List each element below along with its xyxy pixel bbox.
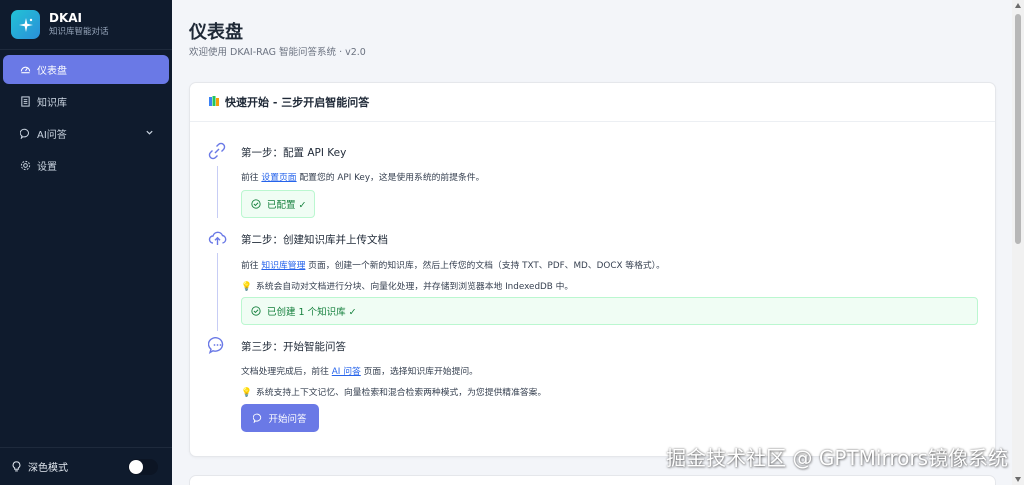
sidebar-item-label: 设置: [37, 162, 57, 173]
step-1-title: 第一步：配置 API Key: [241, 147, 347, 159]
dark-mode-label: 深色模式: [28, 463, 68, 474]
start-qa-button[interactable]: 开始问答: [241, 404, 319, 432]
configured-badge: 已配置 ✓: [241, 190, 315, 218]
desc-text: 前往: [241, 261, 262, 271]
cloud-upload-icon: [208, 229, 228, 249]
settings-page-link[interactable]: 设置页面: [261, 173, 296, 183]
sidebar: DKAI 知识库智能对话 仪表盘 知识库 AI问答 设置 深色模式: [0, 0, 172, 485]
scroll-down-arrow[interactable]: [1015, 477, 1021, 482]
quickstart-card: 快速开始 - 三步开启智能问答 第一步：配置 API Key 前往 设置页面 配…: [189, 82, 996, 457]
quickstart-header: 快速开始 - 三步开启智能问答: [190, 83, 995, 122]
brand-logo-icon: [11, 10, 40, 39]
desc-text: 页面，选择知识库开始提问。: [360, 367, 478, 377]
knowledge-base-link[interactable]: 知识库管理: [261, 261, 305, 271]
chat-bubble-icon: [207, 336, 228, 356]
sidebar-item-knowledge-base[interactable]: 知识库: [3, 87, 169, 116]
scrollbar[interactable]: [1012, 0, 1024, 485]
brand[interactable]: DKAI 知识库智能对话: [0, 0, 172, 50]
step-connector: [217, 166, 218, 218]
dark-mode-toggle[interactable]: [128, 459, 158, 475]
link-icon: [208, 142, 228, 162]
desc-text: 页面，创建一个新的知识库，然后上传您的文档（支持 TXT、PDF、MD、DOCX…: [305, 261, 665, 271]
brand-title: DKAI: [49, 11, 83, 25]
check-circle-icon: [251, 306, 261, 316]
badge-label: 已创建 1 个知识库 ✓: [267, 307, 357, 318]
scroll-thumb[interactable]: [1015, 14, 1021, 244]
page-subtitle: 欢迎使用 DKAI-RAG 智能问答系统 · v2.0: [189, 47, 366, 58]
bulb-icon: 💡: [241, 388, 252, 398]
chevron-down-icon[interactable]: [145, 128, 154, 140]
main-content: 仪表盘 欢迎使用 DKAI-RAG 智能问答系统 · v2.0 快速开始 - 三…: [172, 0, 1012, 485]
secondary-card: [189, 475, 996, 485]
sidebar-item-settings[interactable]: 设置: [3, 151, 169, 180]
step-3-hint: 💡 系统支持上下文记忆、向量检索和混合检索两种模式，为您提供精准答案。: [241, 385, 546, 398]
step-2-title: 第二步：创建知识库并上传文档: [241, 234, 388, 246]
badge-label: 已配置 ✓: [267, 200, 307, 211]
quickstart-title: 快速开始 - 三步开启智能问答: [225, 96, 370, 109]
button-label: 开始问答: [268, 414, 307, 425]
hint-text: 系统会自动对文档进行分块、向量化处理，并存储到浏览器本地 IndexedDB 中…: [255, 282, 574, 292]
step-2-desc: 前往 知识库管理 页面，创建一个新的知识库，然后上传您的文档（支持 TXT、PD…: [241, 258, 665, 271]
sidebar-item-dashboard[interactable]: 仪表盘: [3, 55, 169, 84]
step-3-desc: 文档处理完成后，前往 AI 问答 页面，选择知识库开始提问。: [241, 364, 478, 377]
chat-icon: [19, 128, 31, 140]
sidebar-footer: 深色模式: [0, 447, 172, 485]
dashboard-icon: [19, 64, 31, 76]
books-icon: [208, 95, 220, 110]
check-circle-icon: [251, 199, 261, 209]
brand-subtitle: 知识库智能对话: [49, 27, 109, 37]
desc-text: 文档处理完成后，前往: [241, 367, 332, 377]
step-connector: [217, 253, 218, 331]
toggle-knob: [129, 460, 143, 474]
hint-text: 系统支持上下文记忆、向量检索和混合检索两种模式，为您提供精准答案。: [255, 388, 547, 398]
step-3-title: 第三步：开始智能问答: [241, 341, 346, 353]
step-1-desc: 前往 设置页面 配置您的 API Key，这是使用系统的前提条件。: [241, 170, 484, 183]
sidebar-nav: 仪表盘 知识库 AI问答 设置: [0, 50, 172, 180]
ai-qa-link[interactable]: AI 问答: [332, 367, 361, 377]
document-icon: [19, 96, 31, 108]
step-2-hint: 💡 系统会自动对文档进行分块、向量化处理，并存储到浏览器本地 IndexedDB …: [241, 279, 573, 292]
sidebar-item-label: 知识库: [37, 98, 67, 109]
sidebar-item-label: 仪表盘: [37, 66, 67, 77]
watermark: 掘金技术社区 @ GPTMirrors镜像系统: [666, 446, 1008, 470]
page-title: 仪表盘: [189, 22, 243, 43]
scroll-up-arrow[interactable]: [1015, 3, 1021, 8]
desc-text: 前往: [241, 173, 262, 183]
gear-icon: [19, 160, 31, 172]
chat-icon: [253, 413, 262, 423]
bulb-icon: 💡: [241, 282, 252, 292]
sidebar-item-ai-qa[interactable]: AI问答: [3, 119, 169, 148]
kb-created-badge: 已创建 1 个知识库 ✓: [241, 297, 978, 325]
sidebar-item-label: AI问答: [37, 130, 67, 141]
lightbulb-icon: [10, 461, 22, 473]
desc-text: 配置您的 API Key，这是使用系统的前提条件。: [296, 173, 485, 183]
